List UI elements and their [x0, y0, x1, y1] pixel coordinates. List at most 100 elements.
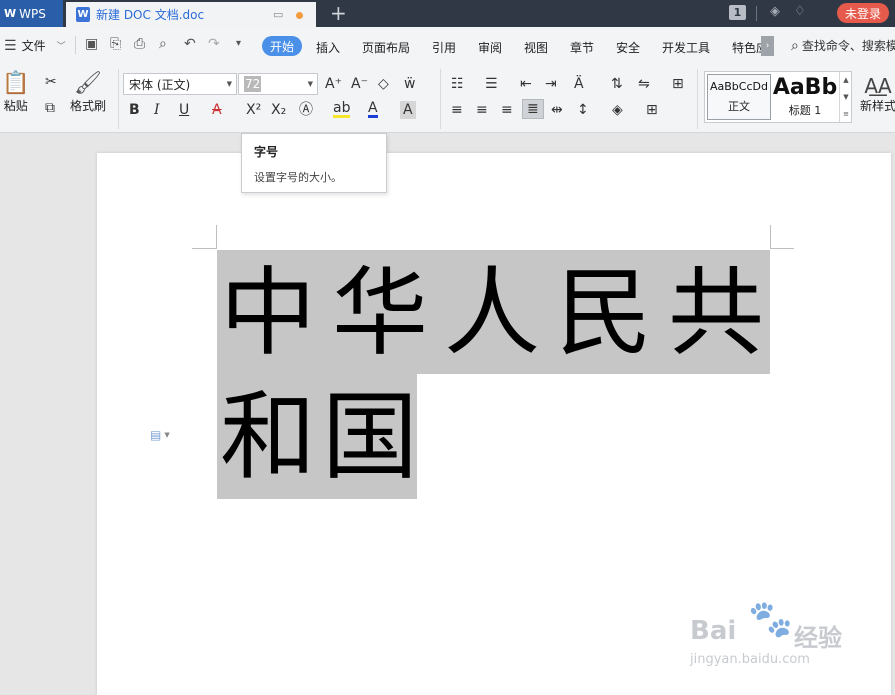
login-button[interactable]: 未登录 — [837, 3, 889, 23]
menu-divider — [75, 36, 76, 54]
document-tab[interactable]: W 新建 DOC 文档.doc ▭ — [66, 2, 316, 27]
doc-file-icon: W — [76, 7, 90, 22]
sort-icon[interactable]: ⇅ — [611, 75, 623, 93]
ribbon-toolbar: 📋 粘贴 ✂ ⧉ 🖌 格式刷 宋体 (正文) ▼ 72 ▼ A⁺ A⁻ ◇ ẅ … — [0, 63, 895, 133]
decrease-indent-icon[interactable]: ⇤ — [520, 75, 532, 93]
italic-icon[interactable]: I — [154, 101, 160, 119]
line-spacing-icon[interactable]: ↕ — [577, 101, 589, 119]
strikethrough-icon[interactable]: A — [212, 101, 222, 119]
char-shading-icon[interactable]: A — [400, 101, 416, 119]
bullet-list-icon[interactable]: ☷ — [451, 75, 464, 93]
text-direction-icon[interactable]: Ä — [574, 75, 584, 93]
subscript-icon[interactable]: X₂ — [271, 101, 286, 119]
format-painter-label: 格式刷 — [70, 99, 107, 113]
paragraph-layout-marker[interactable]: ▤ ▼ — [150, 428, 170, 442]
numbered-list-icon[interactable]: ☰ — [485, 75, 498, 93]
skin-icon[interactable]: ◈ — [770, 4, 780, 19]
wps-tab-label: WPS — [19, 6, 46, 21]
underline-icon[interactable]: U — [179, 101, 189, 119]
new-style-button[interactable]: A͟A 新样式 — [860, 75, 895, 114]
align-justify-icon[interactable]: ≣ — [522, 99, 544, 119]
line-break-icon[interactable]: ⇋ — [638, 75, 650, 93]
increase-indent-icon[interactable]: ⇥ — [545, 75, 557, 93]
tab-page-layout[interactable]: 页面布局 — [362, 39, 410, 56]
highlight-icon[interactable]: ab — [333, 101, 351, 118]
shading-fill-icon[interactable]: ◈ — [612, 101, 623, 119]
tab-insert[interactable]: 插入 — [316, 39, 340, 56]
style-gallery: AaBbCcDd 正文 AaBb 标题 1 ▲ ▼ ≡ — [704, 71, 852, 123]
new-tab-plus-icon[interactable]: + — [330, 1, 347, 25]
tab-references[interactable]: 引用 — [432, 39, 456, 56]
chevron-down-icon: ▼ — [226, 80, 232, 88]
crop-mark — [770, 225, 771, 249]
file-menu[interactable]: ☰ 文件 ﹀ — [4, 37, 66, 54]
expand-gallery-icon[interactable]: ≡ — [843, 110, 849, 118]
tab-view[interactable]: 视图 — [524, 39, 548, 56]
monitor-icon[interactable]: ▭ — [273, 8, 283, 21]
font-size-value[interactable]: 72 — [244, 76, 262, 92]
clear-format-icon[interactable]: ◇ — [378, 75, 389, 93]
more-tabs-chevron-icon[interactable]: › — [761, 36, 774, 56]
paste-button[interactable]: 📋 粘贴 — [2, 71, 29, 114]
shrink-font-icon[interactable]: A⁻ — [351, 75, 368, 93]
paragraph-icon: ▤ — [150, 428, 162, 442]
align-left-icon[interactable]: ≡ — [451, 101, 463, 119]
menu-bar: ☰ 文件 ﹀ ▣ ⎘ ⎙ ⌕ ↶ ↷ ▾ 开始 插入 页面布局 引用 审阅 视图… — [0, 27, 895, 63]
align-center-icon[interactable]: ≡ — [476, 101, 488, 119]
save-icon[interactable]: ▣ — [85, 36, 98, 52]
tab-security[interactable]: 安全 — [616, 39, 640, 56]
export-pdf-icon[interactable]: ⎘ — [110, 36, 121, 52]
customize-qa-icon[interactable]: ▾ — [236, 36, 241, 52]
style-name: 标题 1 — [788, 104, 822, 117]
crop-mark — [216, 225, 217, 249]
borders-icon[interactable]: ⊞ — [646, 101, 658, 119]
undo-icon[interactable]: ↶ — [184, 36, 196, 52]
chevron-down-icon[interactable]: ▼ — [843, 93, 848, 101]
tab-review[interactable]: 审阅 — [478, 39, 502, 56]
watermark-url: jingyan.baidu.com — [690, 652, 810, 667]
show-marks-icon[interactable]: ⊞ — [672, 75, 684, 93]
chevron-down-icon: ▼ — [307, 80, 313, 88]
style-normal[interactable]: AaBbCcDd 正文 — [707, 74, 771, 120]
tab-chapter[interactable]: 章节 — [570, 39, 594, 56]
pinyin-guide-icon[interactable]: ẅ — [404, 75, 415, 93]
grow-font-icon[interactable]: A⁺ — [325, 75, 342, 93]
print-preview-icon[interactable]: ⌕ — [159, 36, 167, 52]
cut-icon[interactable]: ✂ — [45, 73, 57, 91]
shirt-icon[interactable]: ♢ — [794, 4, 806, 19]
command-search[interactable]: ⌕ 查找命令、搜索模 — [791, 37, 895, 54]
font-name-select[interactable]: 宋体 (正文) ▼ — [123, 73, 237, 95]
crop-mark — [771, 248, 794, 249]
window-count-badge[interactable]: 1 — [729, 5, 746, 20]
font-size-tooltip: 字号 设置字号的大小。 — [241, 133, 387, 193]
unsaved-dot-icon — [296, 12, 303, 19]
tab-special[interactable]: 特色应 — [732, 39, 762, 56]
ribbon-divider — [118, 69, 119, 129]
font-color-icon[interactable]: A — [368, 101, 378, 118]
document-text-line[interactable]: 和国 — [220, 382, 424, 492]
format-painter-button[interactable]: 🖌 格式刷 — [70, 71, 106, 114]
style-preview: AaBbCcDd — [710, 80, 768, 93]
document-text-line[interactable]: 中华人民共 — [220, 258, 780, 368]
new-style-label: 新样式 — [860, 99, 895, 113]
wps-home-tab[interactable]: W WPS — [0, 0, 63, 27]
baidu-watermark: Bai 🐾 经验 jingyan.baidu.com — [690, 598, 890, 678]
titlebar-divider — [756, 6, 757, 21]
print-icon[interactable]: ⎙ — [134, 36, 145, 52]
tab-developer[interactable]: 开发工具 — [662, 39, 710, 56]
gallery-scrollbar[interactable]: ▲ ▼ ≡ — [839, 72, 852, 122]
text-effect-icon[interactable]: Ⓐ — [299, 101, 313, 119]
bold-icon[interactable]: B — [129, 101, 140, 119]
tab-home[interactable]: 开始 — [262, 36, 302, 56]
font-size-select[interactable]: 72 ▼ — [238, 73, 318, 95]
distributed-align-icon[interactable]: ⇹ — [551, 101, 563, 119]
copy-icon[interactable]: ⧉ — [45, 99, 55, 117]
chevron-up-icon[interactable]: ▲ — [843, 76, 848, 84]
superscript-icon[interactable]: X² — [246, 101, 261, 119]
style-heading-1[interactable]: AaBb 标题 1 — [773, 74, 837, 120]
redo-icon[interactable]: ↷ — [208, 36, 220, 52]
watermark-brand: Bai — [690, 616, 737, 646]
align-right-icon[interactable]: ≡ — [501, 101, 513, 119]
ribbon-divider — [697, 69, 698, 129]
format-painter-icon: 🖌 — [74, 71, 102, 96]
